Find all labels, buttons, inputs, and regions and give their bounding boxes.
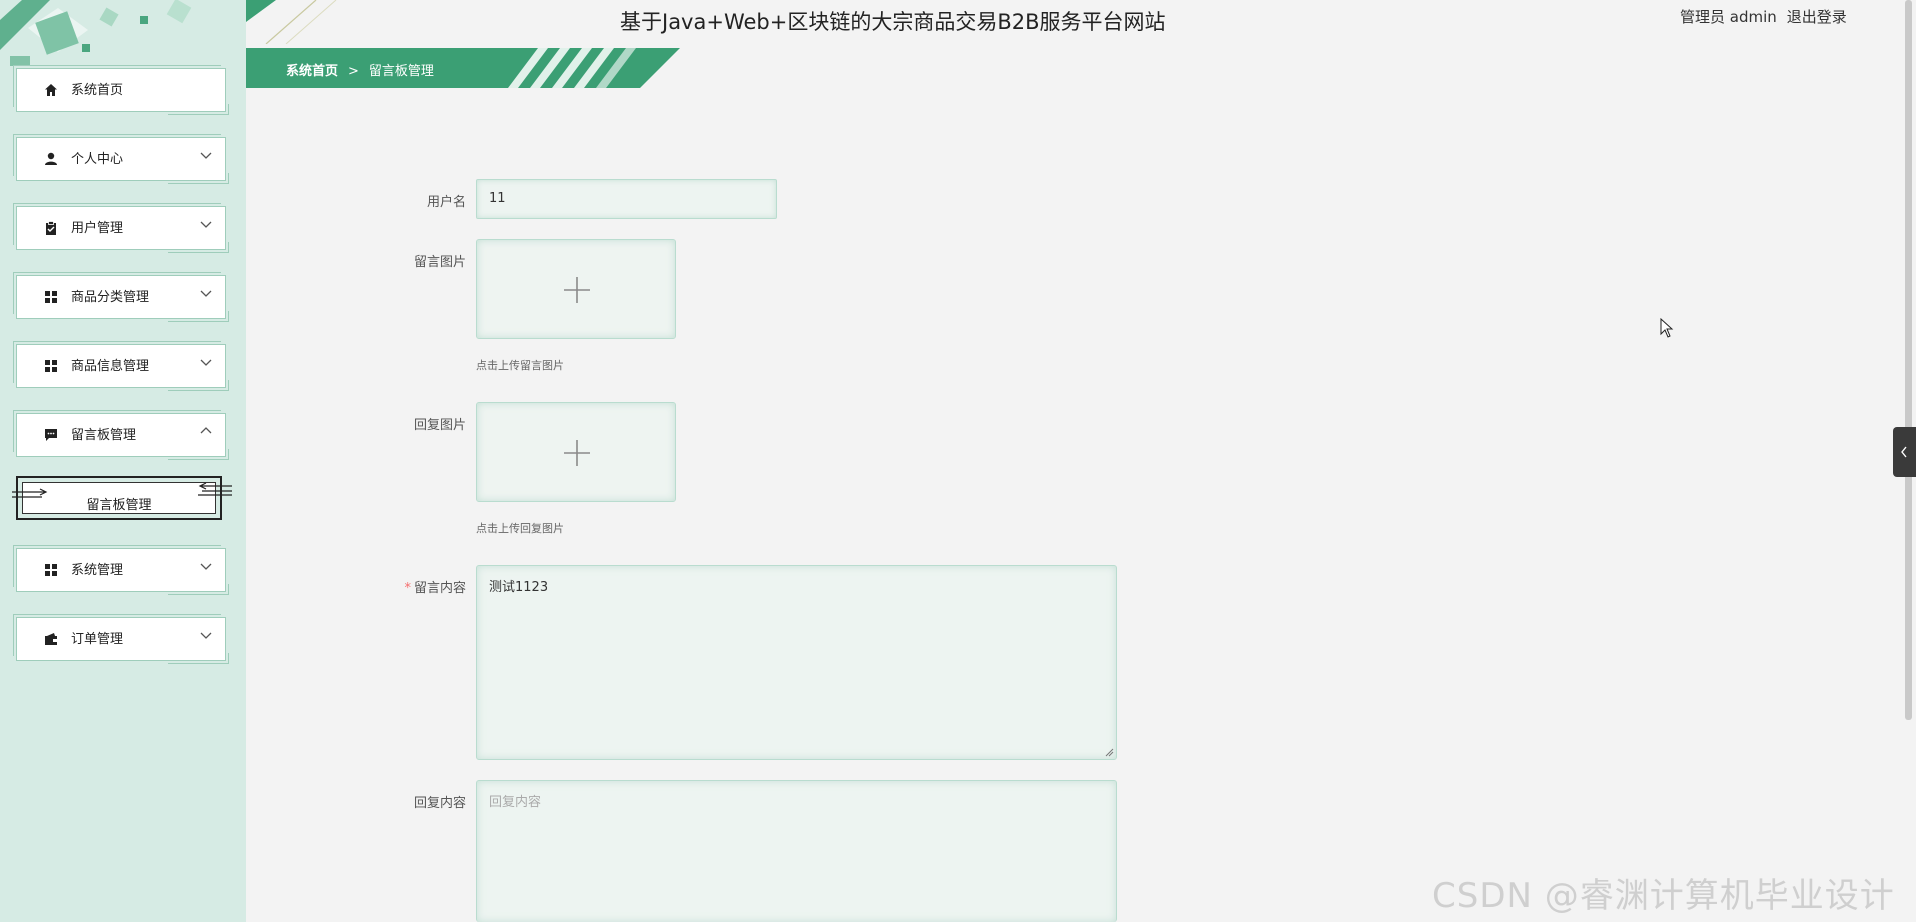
sidebar-item-product-management[interactable]: 商品信息管理 <box>13 341 229 391</box>
arrow-right-icon <box>12 488 48 498</box>
sidebar-item-user-management[interactable]: 用户管理 <box>13 203 229 253</box>
sidebar-item-label: 用户管理 <box>71 221 124 236</box>
site-title: 基于Java+Web+区块链的大宗商品交易B2B服务平台网站 <box>620 10 1166 34</box>
chevron-down-icon <box>200 359 212 366</box>
home-icon <box>45 84 57 96</box>
breadcrumb-separator: > <box>348 64 359 79</box>
sidebar-item-message-board[interactable]: 留言板管理 <box>13 410 229 460</box>
chat-icon <box>45 429 57 441</box>
username-input[interactable]: 11 <box>476 179 777 219</box>
sidebar-item-label: 留言板管理 <box>71 428 137 443</box>
plus-icon <box>564 277 590 303</box>
grid-icon <box>45 291 57 303</box>
reply-image-upload[interactable] <box>476 402 676 502</box>
chevron-down-icon <box>200 152 212 159</box>
message-image-upload[interactable] <box>476 239 676 339</box>
sidebar-item-system-management[interactable]: 系统管理 <box>13 545 229 595</box>
plus-icon <box>564 440 590 466</box>
message-image-hint: 点击上传留言图片 <box>476 359 564 372</box>
decorative-squares <box>0 0 192 66</box>
sidebar-item-label: 系统管理 <box>71 563 124 578</box>
message-content-value: 测试1123 <box>489 580 549 595</box>
reply-content-label: 回复内容 <box>413 796 466 811</box>
breadcrumb: 系统首页 > 留言板管理 <box>286 60 434 79</box>
message-image-label: 留言图片 <box>413 255 466 270</box>
chevron-down-icon <box>200 632 212 639</box>
required-mark: * <box>404 581 411 596</box>
resize-handle-icon[interactable] <box>1105 748 1114 757</box>
user-area: 管理员 admin 退出登录 <box>1680 6 1857 27</box>
sidebar-item-label: 商品分类管理 <box>71 290 150 305</box>
reply-image-label: 回复图片 <box>413 418 466 433</box>
breadcrumb-current: 留言板管理 <box>368 64 434 79</box>
message-content-label: * 留言内容 <box>346 577 466 596</box>
reply-content-textarea[interactable]: 回复内容 <box>476 780 1117 922</box>
chevron-down-icon <box>200 563 212 570</box>
current-user: 管理员 admin <box>1680 8 1777 26</box>
chevron-left-icon <box>1901 446 1907 458</box>
reply-content-placeholder: 回复内容 <box>489 795 542 810</box>
logout-link[interactable]: 退出登录 <box>1787 8 1847 26</box>
header-decoration <box>246 0 337 44</box>
sidebar-item-personal-center[interactable]: 个人中心 <box>13 134 229 184</box>
sidebar-item-label: 订单管理 <box>71 632 124 647</box>
breadcrumb-home[interactable]: 系统首页 <box>286 64 338 79</box>
username-value: 11 <box>489 191 506 206</box>
clipboard-icon <box>46 221 56 235</box>
sidebar-item-label: 系统首页 <box>71 83 124 98</box>
sidebar-item-label: 商品信息管理 <box>71 359 150 374</box>
chevron-down-icon <box>200 290 212 297</box>
message-content-label-text: 留言内容 <box>413 581 466 596</box>
sidebar-item-category-management[interactable]: 商品分类管理 <box>13 272 229 322</box>
sidebar-item-order-management[interactable]: 订单管理 <box>13 614 229 664</box>
grid-icon <box>45 564 57 576</box>
arrow-left-icon <box>198 482 232 496</box>
sidebar: 系统首页 个人中心 用户管理 商品分类管理 商品信息管理 留言板管理 系统管理 … <box>0 0 246 922</box>
grid-icon <box>45 360 57 372</box>
scrollbar-thumb[interactable] <box>1905 0 1912 720</box>
mouse-cursor-icon <box>1660 318 1674 338</box>
sidebar-item-label: 个人中心 <box>71 152 124 167</box>
watermark: CSDN @睿渊计算机毕业设计 <box>1432 876 1895 916</box>
person-icon <box>45 152 57 165</box>
wallet-icon <box>45 633 57 645</box>
side-panel-toggle[interactable] <box>1893 427 1916 477</box>
message-content-textarea[interactable]: 测试1123 <box>476 565 1117 760</box>
username-label: 用户名 <box>426 195 466 210</box>
chevron-up-icon <box>200 427 212 434</box>
reply-image-hint: 点击上传回复图片 <box>476 522 564 535</box>
sidebar-item-home[interactable]: 系统首页 <box>13 65 229 115</box>
chevron-down-icon <box>200 221 212 228</box>
